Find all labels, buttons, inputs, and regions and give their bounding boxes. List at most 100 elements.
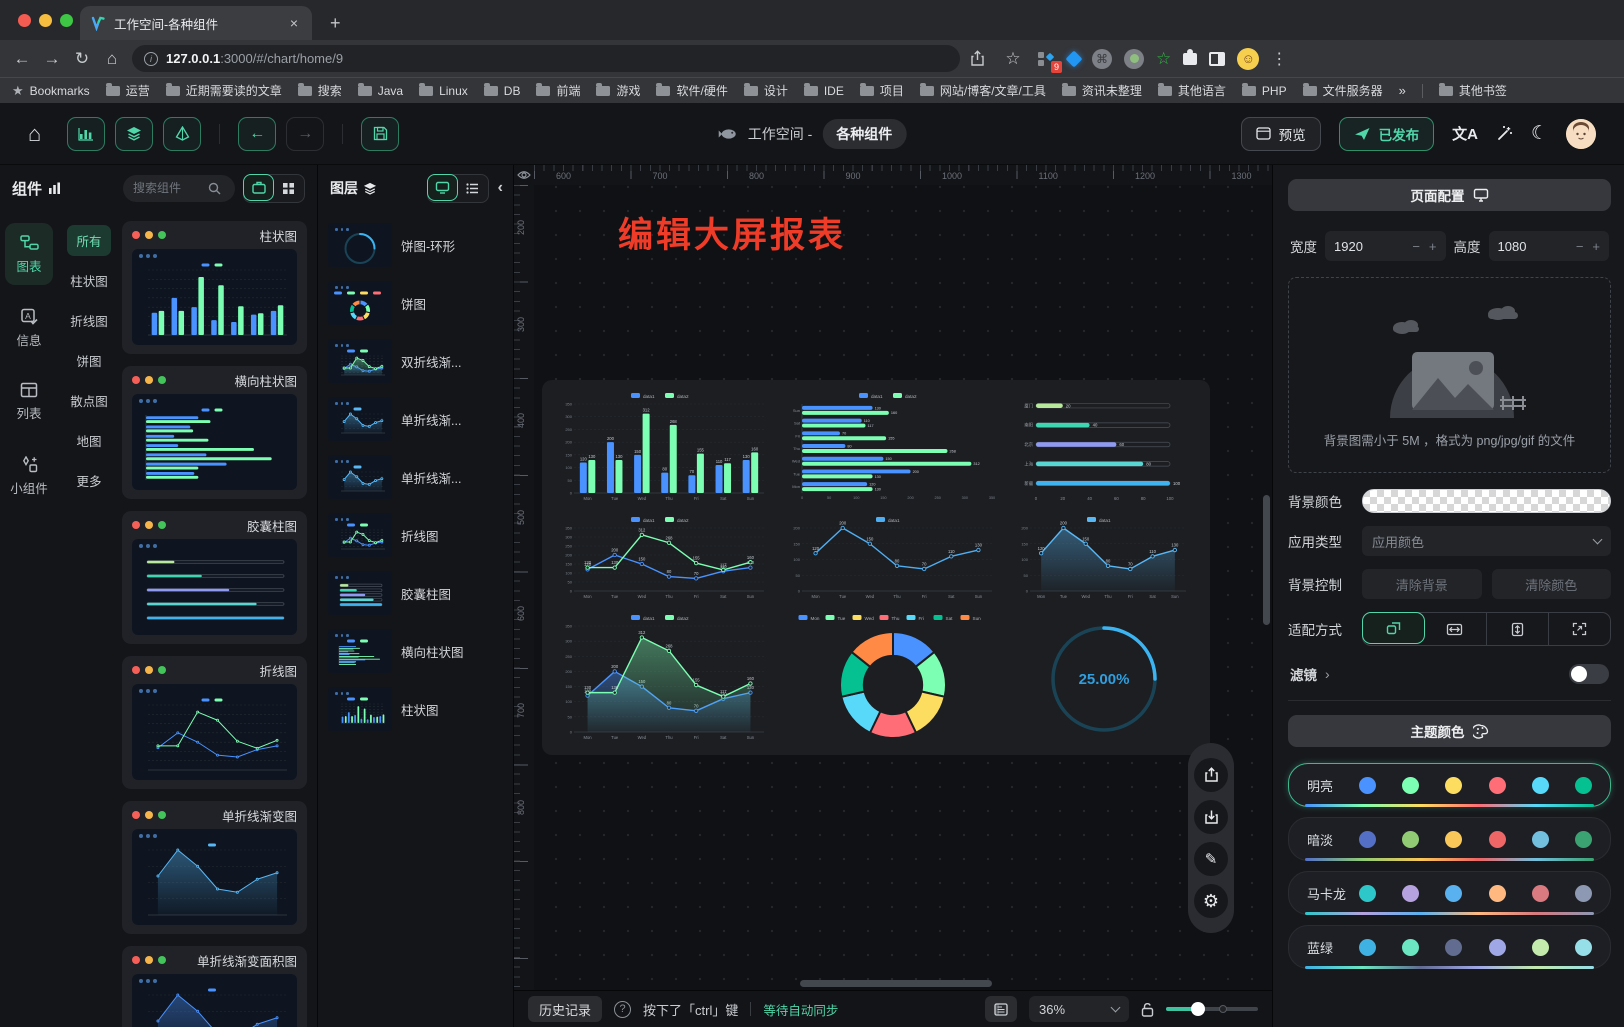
history-button[interactable]: 历史记录	[528, 996, 602, 1022]
dark-mode-icon[interactable]: ☾	[1531, 122, 1548, 145]
layer-item[interactable]: 饼图-环形	[328, 223, 505, 267]
grid-view-button[interactable]	[273, 175, 304, 202]
component-category[interactable]: 饼图	[67, 345, 111, 376]
lock-icon[interactable]	[1141, 1002, 1154, 1017]
component-card[interactable]: 横向柱状图	[122, 366, 307, 499]
profile-avatar[interactable]: ☺	[1237, 48, 1259, 70]
chart-line-gradient[interactable]: data1050100150200MonTueWedThuFriSatSun12…	[1010, 513, 1198, 605]
canvas-vertical-scrollbar[interactable]	[1263, 495, 1270, 625]
clear-background-button[interactable]: 清除背景	[1362, 569, 1482, 599]
background-upload-dropzone[interactable]: 背景图需小于 5M ，格式为 png/jpg/gif 的文件	[1288, 277, 1611, 473]
fit-width-button[interactable]	[1424, 613, 1486, 645]
publish-button[interactable]: 已发布	[1339, 117, 1435, 151]
import-button[interactable]	[1194, 800, 1228, 834]
filter-toggle[interactable]	[1569, 664, 1609, 684]
component-category[interactable]: 地图	[67, 425, 111, 456]
sidebar-toggle-icon[interactable]	[1209, 52, 1225, 66]
recorder-extension-icon[interactable]	[1124, 49, 1144, 69]
width-input[interactable]	[1334, 239, 1378, 254]
bookmark-folder[interactable]: 软件/硬件	[656, 82, 727, 99]
bookmark-folder[interactable]: 运营	[106, 82, 150, 99]
layer-item[interactable]: 单折线渐...	[328, 455, 505, 499]
bookmark-folder[interactable]: 其他语言	[1158, 82, 1226, 99]
fit-scale-button[interactable]	[1362, 612, 1425, 644]
zoom-slider[interactable]	[1166, 1007, 1258, 1011]
toggle-components-panel-button[interactable]	[67, 117, 105, 151]
component-card[interactable]: 单折线渐变图	[122, 801, 307, 934]
notes-button[interactable]	[985, 996, 1017, 1022]
bookmark-folder[interactable]: Java	[358, 84, 403, 98]
browser-back-icon[interactable]: ←	[12, 49, 32, 69]
component-card[interactable]: 折线图	[122, 656, 307, 789]
chart-line-double[interactable]: data1data2050100150200250300350MonTueWed…	[554, 513, 776, 605]
user-avatar[interactable]	[1566, 119, 1596, 149]
theme-row[interactable]: 明亮	[1288, 763, 1611, 807]
bookmark-folder[interactable]: DB	[484, 84, 521, 98]
save-button[interactable]	[361, 117, 399, 151]
height-stepper[interactable]: − +	[1489, 231, 1610, 261]
bookmark-folder[interactable]: 网站/博客/文章/工具	[920, 82, 1046, 99]
page-config-header[interactable]: 页面配置	[1288, 179, 1611, 211]
gradient-line-chart[interactable]: data1050100150200MonTueWedThuFriSatSun12…	[1014, 515, 1194, 603]
line-chart[interactable]: data1data2050100150200250300350MonTueWed…	[558, 515, 772, 603]
bookmark-folder[interactable]: 文件服务器	[1303, 82, 1383, 99]
language-icon[interactable]: 文A	[1452, 123, 1478, 144]
bookmark-folder[interactable]: 前端	[536, 82, 580, 99]
component-category[interactable]: 柱状图	[64, 265, 114, 296]
bookmark-folder[interactable]: IDE	[804, 84, 844, 98]
thumbnail-view-button[interactable]	[427, 174, 458, 201]
star-extension-icon[interactable]: ☆	[1156, 49, 1171, 69]
component-card[interactable]: 柱状图	[122, 221, 307, 354]
search-box[interactable]	[123, 175, 235, 202]
undo-button[interactable]: ←	[238, 117, 276, 151]
other-bookmarks[interactable]: 其他书签	[1439, 82, 1507, 99]
chart-hbar[interactable]: data1data2050100150200250300350120200150…	[782, 389, 1004, 507]
bookmark-folder[interactable]: PHP	[1242, 84, 1287, 98]
height-increment-icon[interactable]: +	[1592, 239, 1600, 254]
editor-canvas[interactable]: 编辑大屏报表 data1data2050100150200250300350Mo…	[514, 165, 1272, 990]
filter-expand-icon[interactable]: ›	[1325, 666, 1330, 682]
canvas-horizontal-scrollbar[interactable]	[800, 980, 992, 987]
layer-item[interactable]: 胶囊柱图	[328, 571, 505, 615]
browser-tab[interactable]: 工作空间-各种组件 ×	[80, 6, 312, 40]
settings-gear-button[interactable]: ⚙	[1194, 884, 1228, 918]
command-extension-icon[interactable]: ⌘	[1092, 49, 1112, 69]
site-info-icon[interactable]: i	[144, 52, 158, 66]
layer-item[interactable]: 横向柱状图	[328, 629, 505, 673]
browser-home-icon[interactable]: ⌂	[102, 49, 122, 69]
fit-stretch-button[interactable]	[1549, 613, 1610, 645]
width-stepper[interactable]: − +	[1325, 231, 1446, 261]
theme-row[interactable]: 蓝绿	[1288, 925, 1611, 969]
canvas-text-element[interactable]: 编辑大屏报表	[618, 207, 846, 258]
area-chart[interactable]: data1data2050100150200250300350MonTueWed…	[558, 613, 772, 744]
magic-wand-icon[interactable]	[1496, 125, 1513, 142]
redo-button[interactable]: →	[286, 117, 324, 151]
app-home-button[interactable]: ⌂	[28, 121, 41, 147]
tab-charts[interactable]: 图表	[5, 223, 53, 285]
chart-bar[interactable]: data1data2050100150200250300350MonTueWed…	[554, 389, 776, 507]
zoom-slider-handle[interactable]	[1191, 1002, 1205, 1016]
bookmark-folder[interactable]: 搜索	[298, 82, 342, 99]
single-view-button[interactable]	[243, 174, 274, 201]
browser-forward-icon[interactable]: →	[42, 49, 62, 69]
tab-widgets[interactable]: 小组件	[5, 445, 53, 507]
chart-capsule[interactable]: 厦门20南阳40北京60上海80新疆100020406080100	[1010, 389, 1198, 507]
bookmark-star-icon[interactable]: ☆	[1002, 49, 1024, 69]
apply-type-select[interactable]: 应用颜色	[1362, 526, 1611, 556]
puzzle-extensions-icon[interactable]	[1183, 53, 1197, 65]
list-view-button[interactable]	[457, 175, 488, 202]
chart-line-single[interactable]: data1050100150200MonTueWedThuFriSatSun12…	[782, 513, 1004, 605]
bookmarks-overflow-chevron[interactable]: »	[1399, 83, 1406, 98]
window-minimize-icon[interactable]	[39, 14, 52, 27]
collapse-panel-icon[interactable]: ‹	[496, 179, 505, 197]
bookmark-folder[interactable]: 游戏	[596, 82, 640, 99]
toggle-layers-panel-button[interactable]	[115, 117, 153, 151]
ruler-corner[interactable]	[514, 165, 534, 185]
address-bar[interactable]: i 127.0.0.1:3000/#/chart/home/9	[132, 45, 960, 72]
project-name-badge[interactable]: 各种组件	[822, 119, 906, 149]
layer-item[interactable]: 饼图	[328, 281, 505, 325]
chart-area-double[interactable]: data1data2050100150200250300350MonTueWed…	[554, 611, 776, 746]
browser-reload-icon[interactable]: ↻	[72, 49, 92, 69]
horizontal-bar-chart[interactable]: data1data2050100150200250300350120200150…	[786, 391, 1000, 505]
bar-chart[interactable]: data1data2050100150200250300350MonTueWed…	[558, 391, 772, 505]
